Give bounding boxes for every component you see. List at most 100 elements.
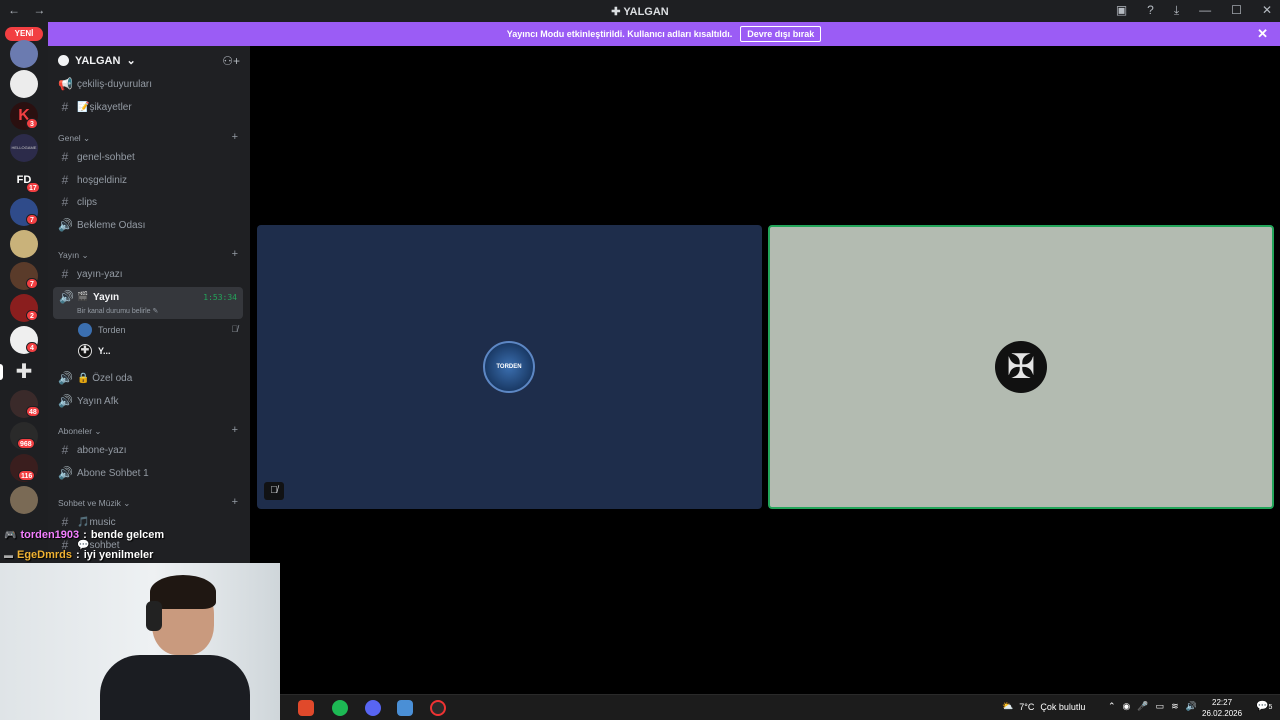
add-channel-icon[interactable]: +: [232, 131, 238, 143]
add-member-icon[interactable]: ⚇+: [222, 54, 240, 68]
hash-icon: #: [61, 195, 69, 209]
hash-icon: #: [61, 267, 69, 281]
participant-avatar-cross: ✠: [995, 341, 1047, 393]
server-icon: ✚: [611, 6, 621, 18]
webcam-overlay: [0, 563, 280, 720]
muted-icon: 🎙̸: [264, 482, 284, 500]
hash-icon: #: [61, 150, 69, 164]
brave-icon[interactable]: [298, 700, 314, 716]
weather-widget[interactable]: ⛅ 7°C Çok bulutlu: [1002, 701, 1085, 712]
minimize-icon[interactable]: —: [1199, 3, 1211, 18]
chat-username: EgeDmrds: [17, 549, 73, 561]
channel-item-abone-sohbet[interactable]: 🔊 Abone Sohbet 1: [58, 463, 149, 483]
badge-count: 7: [26, 278, 38, 289]
server-name: YALGAN: [75, 54, 121, 67]
window-title: ✚ YALGAN: [611, 6, 669, 18]
channel-item-abone-yazi[interactable]: # abone-yazı: [58, 440, 127, 460]
channel-item-clips[interactable]: # clips: [58, 192, 97, 212]
disable-streamer-mode-button[interactable]: Devre dışı bırak: [740, 26, 822, 42]
avatar: [78, 323, 92, 337]
set-channel-status[interactable]: Bir kanal durumu belirle ✎: [77, 307, 158, 315]
pencil-icon: ✎: [152, 308, 159, 315]
server-icon-wolf[interactable]: [10, 70, 38, 98]
badge-count: 17: [26, 182, 40, 193]
display-icon[interactable]: ▭: [1156, 701, 1165, 712]
avatar: ✚: [78, 344, 92, 358]
screen-share-icon[interactable]: ▣: [1116, 3, 1127, 18]
voice-timer: 1:53:34: [203, 293, 237, 302]
chat-username: torden1903: [20, 529, 80, 541]
add-channel-icon[interactable]: +: [232, 496, 238, 508]
person-body: [100, 655, 250, 720]
close-banner-icon[interactable]: ✕: [1257, 26, 1268, 42]
close-window-icon[interactable]: ✕: [1262, 3, 1272, 18]
channel-item-ozel-oda[interactable]: 🔊 🔒 Özel oda: [58, 368, 132, 388]
microphone-icon[interactable]: 🎤: [1137, 701, 1148, 712]
server-icon-yalgan[interactable]: ✚: [10, 358, 38, 386]
speaker-icon: 🔊: [59, 290, 74, 304]
selected-server-pill: [0, 364, 3, 380]
notification-count: 5: [1268, 704, 1273, 711]
title-bar: ← → ✚ YALGAN ▣ ? ⤓ — ☐ ✕: [0, 0, 1280, 22]
channel-item-complaints[interactable]: # 📝şikayetler: [58, 97, 132, 117]
badge-count: 3: [26, 118, 38, 129]
app-icon[interactable]: [397, 700, 413, 716]
active-voice-channel[interactable]: 🔊 🎬 Yayın 1:53:34 Bir kanal durumu belir…: [53, 287, 243, 319]
channel-item-hosgeldiniz[interactable]: # hoşgeldiniz: [58, 170, 127, 190]
megaphone-icon: 📢: [58, 77, 73, 91]
cloud-icon: ⛅: [1002, 701, 1014, 711]
wifi-icon[interactable]: ≋: [1171, 701, 1179, 712]
category-sohbet-muzik[interactable]: Sohbet ve Müzik ⌄: [58, 498, 130, 509]
hash-icon: #: [61, 100, 69, 114]
voice-member[interactable]: Torden: [78, 323, 126, 337]
hash-icon: #: [61, 443, 69, 457]
active-channel-name: Yayın: [93, 292, 120, 303]
maximize-icon[interactable]: ☐: [1231, 3, 1242, 18]
badge-count: 2: [26, 310, 38, 321]
notification-icon[interactable]: 💬5: [1256, 701, 1272, 712]
server-icon-1[interactable]: [10, 40, 38, 68]
category-yayin[interactable]: Yayın ⌄: [58, 250, 89, 261]
voice-member[interactable]: ✚ Y...: [78, 344, 111, 358]
chevron-up-icon[interactable]: ⌃: [1108, 701, 1116, 712]
tray-app-icon[interactable]: ◉: [1123, 701, 1131, 712]
badge-icon: ▬: [4, 550, 13, 560]
muted-icon: 🎙̸: [231, 324, 238, 334]
taskbar: ⛅ 7°C Çok bulutlu ⌃ ◉ 🎤 ▭ ≋ 🔊 22:27 26.0…: [280, 694, 1280, 720]
help-icon[interactable]: ?: [1147, 3, 1154, 18]
stream-icon: 🎬: [77, 291, 89, 301]
hash-icon: #: [61, 173, 69, 187]
channel-item-bekleme-odasi[interactable]: 🔊 Bekleme Odası: [58, 215, 145, 235]
server-icon-9[interactable]: [10, 486, 38, 514]
server-icon-3[interactable]: [10, 230, 38, 258]
volume-icon[interactable]: 🔊: [1186, 701, 1197, 712]
add-channel-icon[interactable]: +: [232, 424, 238, 436]
headset: [146, 601, 162, 631]
chat-text: bende gelcem: [90, 529, 165, 541]
participant-avatar-torden: TORDEN: [483, 341, 535, 393]
download-icon[interactable]: ⤓: [1174, 3, 1179, 18]
channel-item-announcements[interactable]: 📢 çekiliş-duyuruları: [58, 74, 152, 94]
category-aboneler[interactable]: Aboneler ⌄: [58, 426, 102, 437]
channel-item-genel-sohbet[interactable]: # genel-sohbet: [58, 147, 135, 167]
banner-text: Yayıncı Modu etkinleştirildi. Kullanıcı …: [506, 29, 733, 39]
obs-icon[interactable]: [430, 700, 446, 716]
system-tray: ⌃ ◉ 🎤 ▭ ≋ 🔊: [1108, 701, 1197, 712]
category-genel[interactable]: Genel ⌄: [58, 133, 90, 144]
speaker-icon: 🔊: [58, 466, 73, 480]
new-badge: YENİ: [5, 27, 43, 41]
badge-count: 48: [26, 406, 40, 417]
clock[interactable]: 22:27 26.02.2026: [1202, 697, 1242, 719]
add-channel-icon[interactable]: +: [232, 248, 238, 260]
server-icon-hellogame[interactable]: HELLOGAME: [10, 134, 38, 162]
badge-count: 4: [26, 342, 38, 353]
speaker-icon: 🔊: [58, 218, 73, 232]
channel-item-yayin-afk[interactable]: 🔊 Yayın Afk: [58, 391, 119, 411]
server-header[interactable]: YALGAN ⌄: [58, 54, 136, 67]
badge-count: 116: [18, 470, 36, 481]
channel-item-yayin-yazi[interactable]: # yayın-yazı: [58, 264, 123, 284]
discord-icon[interactable]: [365, 700, 381, 716]
speaker-icon: 🔊: [58, 371, 73, 385]
chat-message: ▬ EgeDmrds : iyi yenilmeler: [4, 549, 154, 561]
spotify-icon[interactable]: [332, 700, 348, 716]
